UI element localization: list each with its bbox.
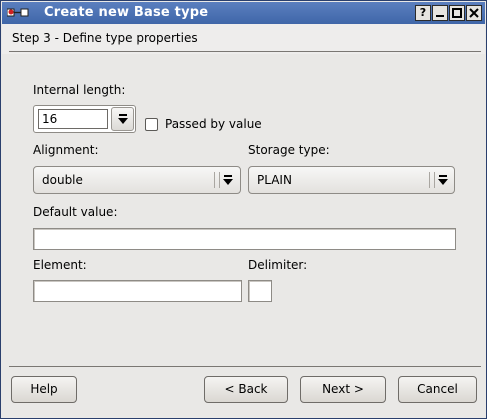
passed-by-value-label[interactable]: Passed by value <box>165 117 262 131</box>
delimiter-label: Delimiter: <box>248 258 308 272</box>
minimize-icon <box>436 15 444 17</box>
help-button[interactable]: Help <box>11 376 77 403</box>
internal-length-label: Internal length: <box>33 83 126 97</box>
title-bar[interactable]: Create new Base type ? <box>2 2 485 24</box>
window-title: Create new Base type <box>44 5 209 20</box>
delimiter-input[interactable] <box>248 280 272 302</box>
alignment-select[interactable]: double <box>33 166 241 194</box>
close-icon <box>469 8 479 18</box>
internal-length-spinbox[interactable]: 16 <box>33 105 136 133</box>
internal-length-input[interactable]: 16 <box>38 109 108 129</box>
combo-separator <box>214 172 220 188</box>
minimize-button[interactable] <box>432 5 448 21</box>
footer-divider <box>9 366 481 367</box>
storage-type-select[interactable]: PLAIN <box>248 166 455 194</box>
combo-separator <box>429 172 435 188</box>
dialog-window: Create new Base type ? Step 3 - Define t… <box>0 0 487 419</box>
arrow-down-icon <box>118 114 128 124</box>
chevron-down-icon <box>223 175 233 185</box>
wizard-header: Step 3 - Define type properties <box>2 24 485 54</box>
maximize-button[interactable] <box>449 5 465 21</box>
storage-type-label: Storage type: <box>248 143 330 157</box>
back-button[interactable]: < Back <box>204 376 288 403</box>
close-button[interactable] <box>466 5 482 21</box>
passed-by-value-checkbox[interactable] <box>145 118 158 131</box>
chevron-down-icon <box>438 175 448 185</box>
element-input[interactable] <box>33 280 242 302</box>
help-title-button[interactable]: ? <box>415 5 431 21</box>
app-icon <box>7 8 29 17</box>
default-value-label: Default value: <box>33 205 118 219</box>
internal-length-dropdown-button[interactable] <box>111 107 134 131</box>
element-label: Element: <box>33 258 87 272</box>
alignment-label: Alignment: <box>33 143 99 157</box>
step-title: Step 3 - Define type properties <box>12 31 198 45</box>
maximize-icon <box>452 8 462 18</box>
cancel-button[interactable]: Cancel <box>398 376 477 403</box>
header-divider <box>9 51 481 52</box>
default-value-input[interactable] <box>33 228 456 250</box>
alignment-value: double <box>42 173 83 187</box>
storage-type-value: PLAIN <box>257 173 292 187</box>
next-button[interactable]: Next > <box>300 376 386 403</box>
